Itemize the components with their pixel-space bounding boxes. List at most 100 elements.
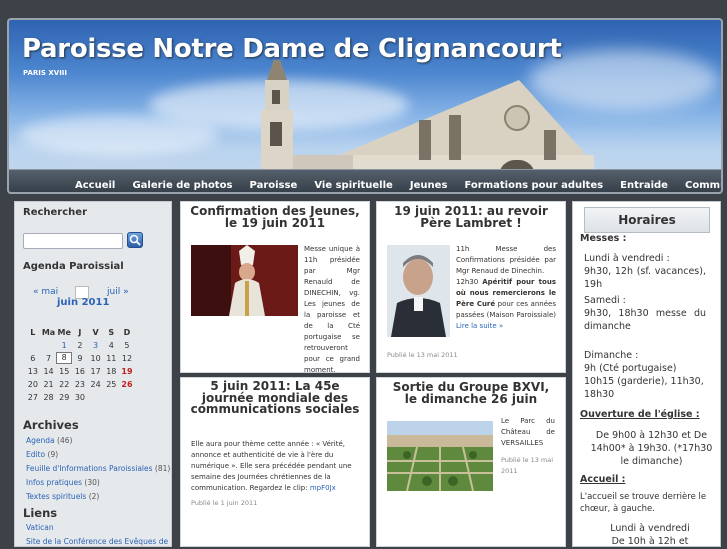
calendar-day: 9 <box>77 354 83 363</box>
accueil-days: Lundi à vendredi <box>610 523 690 534</box>
nav-item-paroisse[interactable]: Paroisse <box>247 180 301 191</box>
post-excerpt: Messe unique à 11h présidée par Mgr Rena… <box>304 245 360 373</box>
search-button[interactable] <box>127 232 143 248</box>
nav-item-entraide[interactable]: Entraide <box>617 180 671 191</box>
post-title[interactable]: 5 juin 2011: La 45e journée mondiale des… <box>189 380 361 416</box>
versailles-photo-icon <box>387 421 493 491</box>
weekday-label: Lundi à vendredi : <box>584 253 670 264</box>
calendar-day: 6 <box>30 354 36 363</box>
calendar-grid: L Ma Me J V S D 1 2 3 4 5 6 7 8 9 10 11 12 13 14 15 16 1… <box>25 326 135 404</box>
weekday-times: 9h30, 12h (sf. vacances), 19h <box>584 266 706 290</box>
calendar-day: 7 <box>45 354 52 363</box>
calendar-day-header: J <box>78 328 82 337</box>
search-input[interactable] <box>23 233 123 249</box>
post-card: 5 juin 2011: La 45e journée mondiale des… <box>180 377 370 547</box>
archive-link[interactable]: Feuille d'Informations Paroissiales <box>26 464 153 473</box>
calendar-weeks: 1 2 3 4 5 6 7 8 9 10 11 12 13 14 15 16 17 18 19 20 21 22 23 24 2… <box>25 339 135 404</box>
clip-link[interactable]: mpF0Jx <box>310 484 336 492</box>
calendar-day: 12 <box>121 354 133 363</box>
messes-heading: Messes : <box>580 233 627 244</box>
calendar-day[interactable]: 19 <box>119 365 135 378</box>
calendar-day: 29 <box>59 393 70 402</box>
post-excerpt: Le Parc du Château de VERSAILLES <box>501 417 555 447</box>
calendar-day[interactable]: 1 <box>56 339 72 352</box>
archive-count: (81) <box>154 464 171 473</box>
calendar-day: 25 <box>106 380 117 389</box>
post-date: Publié le 13 mai 2011 <box>501 456 554 475</box>
calendar-day <box>88 391 104 404</box>
archive-item: Infos pratiques (30) <box>26 476 170 490</box>
calendar-prev-link[interactable]: « mai <box>33 287 58 297</box>
archive-count: (30) <box>84 478 100 487</box>
post-title[interactable]: 19 juin 2011: au revoir Père Lambret ! <box>385 205 557 229</box>
nav-item-communautes[interactable]: Communautés <box>682 180 721 191</box>
calendar-day: 20 <box>27 380 38 389</box>
calendar-day-header: Ma <box>41 328 56 337</box>
calendar-day: 8 <box>56 352 73 364</box>
sky-cloud <box>19 115 219 155</box>
calendar-day: 15 <box>59 367 70 376</box>
archive-item: Agenda (46) <box>26 434 170 448</box>
archive-link[interactable]: Edito <box>26 450 45 459</box>
sunday-times: 9h (Cté portugaise) 10h15 (garderie), 11… <box>584 363 704 400</box>
calendar-day: 30 <box>74 393 85 402</box>
post-card: 19 juin 2011: au revoir Père Lambret ! 1… <box>376 201 566 373</box>
calendar-day: 22 <box>59 380 70 389</box>
calendar-day: 24 <box>90 380 101 389</box>
opening-heading: Ouverture de l'église : <box>580 409 700 420</box>
nav-item-galerie[interactable]: Galerie de photos <box>129 180 235 191</box>
calendar-day: 21 <box>43 380 54 389</box>
post-image-priest[interactable] <box>387 245 450 337</box>
read-more-link[interactable]: Lire la suite » <box>456 322 503 330</box>
opening-times: De 9h00 à 12h30 et De 14h00* à 19h30. (*… <box>590 430 713 467</box>
saturday-times: 9h30, 18h30 messe du dimanche <box>584 308 706 332</box>
calendar-day-header: S <box>108 328 115 337</box>
archive-item: Textes spirituels (2) <box>26 490 170 504</box>
archive-item: Edito (9) <box>26 448 170 462</box>
archives-list: Agenda (46) Edito (9) Feuille d'Informat… <box>26 434 170 504</box>
calendar-day[interactable]: 26 <box>119 378 135 391</box>
calendar-day: 27 <box>27 393 38 402</box>
archive-count: (2) <box>88 492 100 501</box>
nav-item-accueil[interactable]: Accueil <box>72 180 118 191</box>
calendar-day: 5 <box>124 341 130 350</box>
calendar-day[interactable]: 3 <box>88 339 104 352</box>
post-text: 12h30 <box>456 278 483 286</box>
calendar-day: 23 <box>74 380 85 389</box>
calendar-week-row: 20 21 22 23 24 25 26 <box>25 378 135 391</box>
main-nav: Accueil Galerie de photos Paroisse Vie s… <box>9 169 721 192</box>
calendar-day: 18 <box>106 367 117 376</box>
search-heading: Rechercher <box>23 207 88 218</box>
accueil-hours: De 10h à 12h et <box>611 536 689 547</box>
calendar-day: 11 <box>106 354 117 363</box>
calendar-day-header: D <box>123 328 131 337</box>
link-vatican[interactable]: Vatican <box>26 523 54 532</box>
calendar-day <box>119 391 135 404</box>
calendar-day <box>41 339 57 352</box>
site-title[interactable]: Paroisse Notre Dame de Clignancourt <box>22 34 562 64</box>
links-heading: Liens <box>23 506 58 520</box>
nav-item-formations[interactable]: Formations pour adultes <box>462 180 607 191</box>
nav-item-vie-spirituelle[interactable]: Vie spirituelle <box>311 180 395 191</box>
archive-link[interactable]: Textes spirituels <box>26 492 86 501</box>
link-item: Vatican <box>26 521 168 535</box>
calendar-week-row: 27 28 29 30 <box>25 391 135 404</box>
calendar-day <box>103 391 119 404</box>
archive-count: (46) <box>57 436 73 445</box>
post-title[interactable]: Confirmation des Jeunes, le 19 juin 2011 <box>189 205 361 229</box>
nav-item-jeunes[interactable]: Jeunes <box>407 180 450 191</box>
sunday-label: Dimanche : <box>584 350 639 361</box>
calendar-next-link[interactable]: juil » <box>107 287 129 297</box>
priest-photo-icon <box>387 245 450 337</box>
horaires-title: Horaires <box>584 207 710 233</box>
calendar-day: 14 <box>43 367 54 376</box>
post-image-versailles[interactable] <box>387 421 493 491</box>
calendar-day <box>25 339 41 352</box>
calendar-day-header: Me <box>57 328 71 337</box>
archive-link[interactable]: Agenda <box>26 436 55 445</box>
post-title[interactable]: Sortie du Groupe BXVI, le dimanche 26 ju… <box>385 381 557 405</box>
post-image-bishop[interactable] <box>191 245 298 316</box>
calendar-day: 16 <box>74 367 85 376</box>
archive-link[interactable]: Infos pratiques <box>26 478 82 487</box>
archive-count: (9) <box>47 450 59 459</box>
